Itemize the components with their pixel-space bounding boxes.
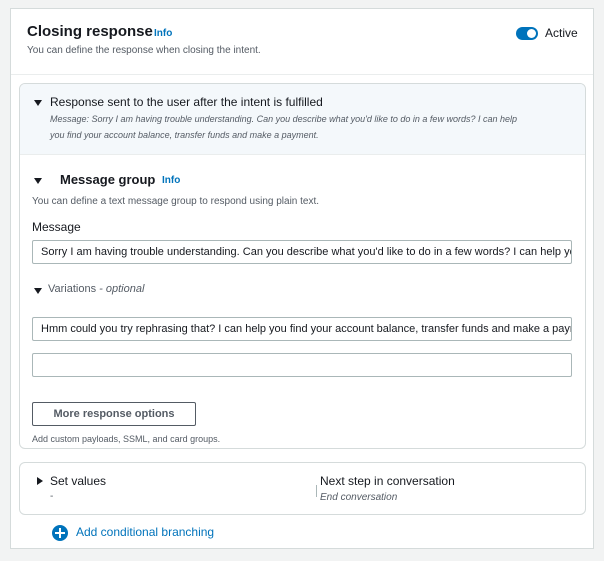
info-link[interactable]: Info <box>154 28 172 39</box>
set-values-value: - <box>50 491 54 502</box>
toggle-knob <box>527 29 536 38</box>
closing-response-container: Closing response Info You can define the… <box>10 8 594 549</box>
next-step-value: End conversation <box>320 492 398 503</box>
add-icon[interactable] <box>52 525 68 541</box>
caret-down-icon[interactable] <box>34 100 42 106</box>
variation-input[interactable]: Hmm could you try rephrasing that? I can… <box>32 317 572 341</box>
add-conditional-branching-link[interactable]: Add conditional branching <box>76 525 214 539</box>
message-group-info-link[interactable]: Info <box>162 175 180 186</box>
variations-label-text: Variations <box>48 283 97 295</box>
divider <box>316 485 317 497</box>
section-description: You can define the response when closing… <box>27 45 261 56</box>
active-toggle[interactable] <box>516 27 538 40</box>
caret-right-icon[interactable] <box>37 477 43 485</box>
fulfilled-message-preview-2: you find your account balance, transfer … <box>50 130 319 140</box>
more-response-hint: Add custom payloads, SSML, and card grou… <box>32 434 221 444</box>
active-toggle-label: Active <box>545 26 578 40</box>
more-response-options-button[interactable]: More response options <box>32 402 196 426</box>
section-title: Closing response <box>27 23 153 40</box>
closing-response-header: Closing response Info You can define the… <box>11 9 593 75</box>
set-values-label[interactable]: Set values <box>50 474 106 488</box>
set-values-panel: Set values - Next step in conversation E… <box>19 462 586 515</box>
fulfilled-response-panel: Response sent to the user after the inte… <box>19 83 586 449</box>
variation-input-empty[interactable] <box>32 353 572 377</box>
fulfilled-response-title: Response sent to the user after the inte… <box>50 95 323 109</box>
message-label: Message <box>32 220 81 234</box>
fulfilled-message-preview-1: Message: Sorry I am having trouble under… <box>50 114 517 124</box>
message-group-title: Message group <box>60 172 156 187</box>
message-input[interactable]: Sorry I am having trouble understanding.… <box>32 240 572 264</box>
fulfilled-response-header[interactable]: Response sent to the user after the inte… <box>20 84 585 155</box>
message-group-description: You can define a text message group to r… <box>32 196 320 207</box>
variations-label[interactable]: Variations - optional <box>48 283 144 295</box>
next-step-label: Next step in conversation <box>320 474 455 488</box>
caret-down-icon[interactable] <box>34 288 42 294</box>
variations-optional: - optional <box>99 283 145 295</box>
caret-down-icon[interactable] <box>34 178 42 184</box>
